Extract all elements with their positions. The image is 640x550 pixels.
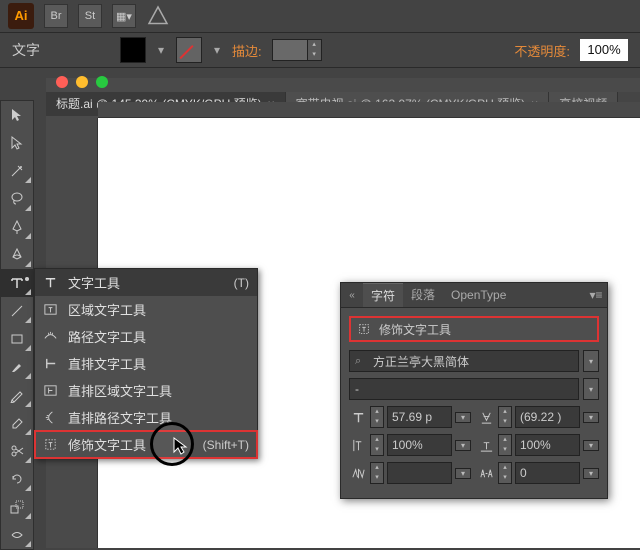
swatch-dropdown-icon[interactable]: ▾	[212, 43, 222, 57]
flyout-item-vertical-path-type[interactable]: 直排路径文字工具	[35, 404, 257, 431]
panel-menu-icon[interactable]: ▾≡	[585, 283, 607, 307]
font-size-input[interactable]: 57.69 p	[387, 406, 452, 428]
font-size-icon	[349, 408, 367, 426]
arrange-icon[interactable]: ▦▾	[112, 4, 136, 28]
stroke-weight-input[interactable]: ▴▾	[272, 39, 322, 61]
swatch-dropdown-icon[interactable]: ▾	[156, 43, 166, 57]
flyout-item-area-type[interactable]: 区域文字工具	[35, 296, 257, 323]
tracking-icon	[477, 464, 495, 482]
tracking-input[interactable]: 0	[515, 462, 580, 484]
pen-tool[interactable]	[1, 213, 33, 241]
dropdown-icon[interactable]: ▾	[583, 440, 599, 451]
vscale-icon	[349, 436, 367, 454]
dropdown-icon[interactable]: ▾	[455, 440, 471, 451]
tab-paragraph[interactable]: 段落	[403, 283, 443, 307]
search-icon: ⌕	[355, 355, 369, 368]
curvature-tool[interactable]	[1, 241, 33, 269]
dropdown-icon[interactable]: ▾	[583, 378, 599, 400]
line-tool[interactable]	[1, 297, 33, 325]
opacity-input[interactable]: 100%	[580, 39, 628, 61]
stepper[interactable]: ▴▾	[498, 462, 512, 484]
flyout-item-touch-type[interactable]: 修饰文字工具(Shift+T)	[35, 431, 257, 458]
tab-character[interactable]: 字符	[363, 283, 403, 307]
stepper[interactable]: ▴▾	[370, 434, 384, 456]
window-traffic-lights[interactable]	[56, 76, 108, 88]
magic-wand-tool[interactable]	[1, 157, 33, 185]
character-panel: « 字符 段落 OpenType ▾≡ 修饰文字工具 ⌕方正兰亭大黑简体 ▾ -…	[340, 282, 608, 499]
gpu-icon[interactable]	[146, 4, 170, 28]
opacity-label: 不透明度:	[514, 41, 570, 60]
kerning-input[interactable]	[387, 462, 452, 484]
panel-collapse-icon[interactable]: «	[341, 283, 363, 307]
scissors-tool[interactable]	[1, 437, 33, 465]
hscale-icon	[477, 436, 495, 454]
vertical-scale-input[interactable]: 100%	[387, 434, 452, 456]
ruler-horizontal[interactable]	[98, 102, 640, 118]
flyout-item-type[interactable]: 文字工具(T)	[35, 269, 257, 296]
pencil-tool[interactable]	[1, 381, 33, 409]
font-family-input[interactable]: ⌕方正兰亭大黑简体	[349, 350, 579, 372]
stepper[interactable]: ▴▾	[498, 434, 512, 456]
stroke-label: 描边:	[232, 41, 262, 60]
scale-tool[interactable]	[1, 493, 33, 521]
direct-selection-tool[interactable]	[1, 129, 33, 157]
bridge-icon[interactable]: Br	[44, 4, 68, 28]
paintbrush-tool[interactable]	[1, 353, 33, 381]
stepper[interactable]: ▴▾	[370, 406, 384, 428]
leading-input[interactable]: (69.22 )	[515, 406, 580, 428]
toolbox	[0, 100, 34, 550]
app-logo-icon: Ai	[8, 3, 34, 29]
fill-swatch[interactable]	[120, 37, 146, 63]
dropdown-icon[interactable]: ▾	[583, 412, 599, 423]
dropdown-icon[interactable]: ▾	[455, 412, 471, 423]
type-mode-label: 文字	[12, 40, 40, 60]
width-tool[interactable]	[1, 521, 33, 549]
stepper[interactable]: ▴▾	[370, 462, 384, 484]
rectangle-tool[interactable]	[1, 325, 33, 353]
selection-tool[interactable]	[1, 101, 33, 129]
horizontal-scale-input[interactable]: 100%	[515, 434, 580, 456]
touch-type-tool-indicator[interactable]: 修饰文字工具	[349, 316, 599, 342]
dropdown-icon[interactable]: ▾	[583, 350, 599, 372]
flyout-item-path-type[interactable]: 路径文字工具	[35, 323, 257, 350]
eraser-tool[interactable]	[1, 409, 33, 437]
kerning-icon	[349, 464, 367, 482]
leading-icon	[477, 408, 495, 426]
stepper[interactable]: ▴▾	[498, 406, 512, 428]
stroke-swatch[interactable]	[176, 37, 202, 63]
flyout-item-vertical-type[interactable]: 直排文字工具	[35, 350, 257, 377]
tab-opentype[interactable]: OpenType	[443, 283, 514, 307]
stock-icon[interactable]: St	[78, 4, 102, 28]
dropdown-icon[interactable]: ▾	[455, 468, 471, 479]
dropdown-icon[interactable]: ▾	[583, 468, 599, 479]
rotate-tool[interactable]	[1, 465, 33, 493]
type-tool-flyout: 文字工具(T) 区域文字工具 路径文字工具 直排文字工具 直排区域文字工具 直排…	[34, 268, 258, 459]
type-tool[interactable]	[1, 269, 33, 297]
lasso-tool[interactable]	[1, 185, 33, 213]
font-style-input[interactable]: -	[349, 378, 579, 400]
flyout-item-vertical-area-type[interactable]: 直排区域文字工具	[35, 377, 257, 404]
